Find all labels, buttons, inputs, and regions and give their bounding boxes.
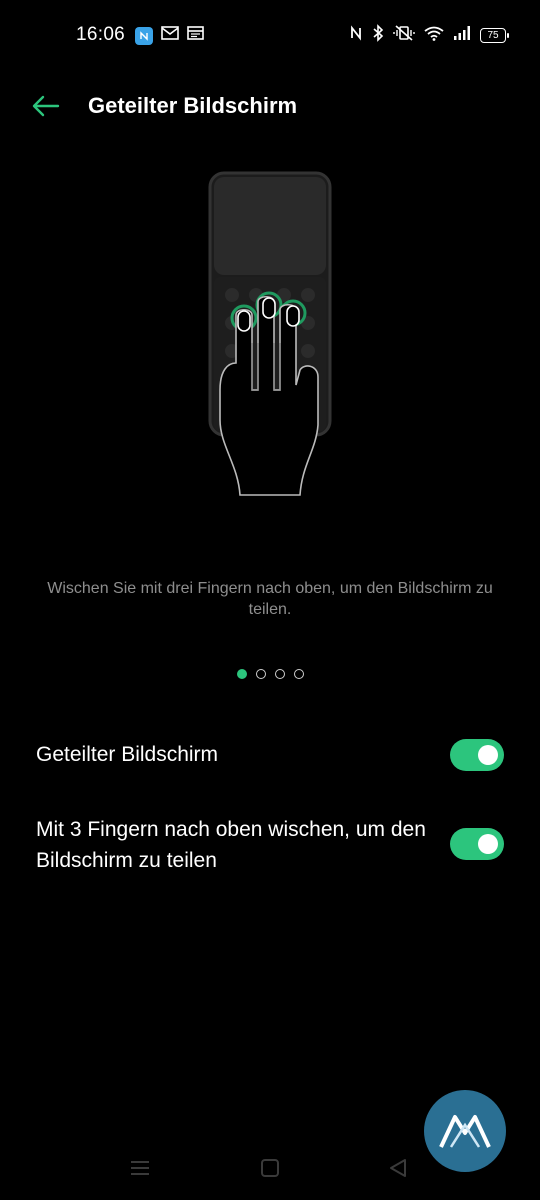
setting-row-three-finger-swipe: Mit 3 Fingern nach oben wischen, um den … (0, 814, 540, 876)
setting-label-three-finger-swipe: Mit 3 Fingern nach oben wischen, um den … (36, 818, 426, 872)
status-time: 16:06 (76, 24, 126, 45)
nfc-icon (349, 25, 363, 46)
battery-icon: 75 (480, 28, 509, 43)
home-icon (261, 1159, 279, 1177)
header: Geteilter Bildschirm (0, 80, 540, 132)
bluetooth-icon (372, 24, 384, 47)
page-dot[interactable] (274, 669, 285, 679)
wifi-icon (424, 25, 444, 46)
page-dot[interactable] (293, 669, 304, 679)
nfc-app-icon (135, 26, 153, 45)
split-screen-toggle[interactable] (450, 739, 504, 771)
status-bar: 16:06 75 (0, 0, 540, 70)
vibrate-off-icon (393, 24, 415, 47)
recents-icon (131, 1161, 149, 1175)
toggle-knob (478, 745, 498, 765)
recents-button[interactable] (122, 1150, 158, 1186)
page-dot[interactable] (255, 669, 266, 679)
page-title: Geteilter Bildschirm (88, 93, 298, 118)
three-finger-swipe-illustration (200, 165, 340, 500)
watermark-logo (424, 1090, 506, 1172)
nav-back-button[interactable] (380, 1150, 416, 1186)
three-finger-swipe-toggle[interactable] (450, 828, 504, 860)
back-button[interactable] (30, 90, 62, 122)
calendar-icon (187, 25, 204, 46)
system-icons: 75 (349, 24, 509, 47)
page-dot-active[interactable] (236, 669, 247, 679)
cellular-signal-icon (453, 25, 471, 46)
page-indicator (0, 669, 540, 679)
mail-icon (161, 25, 179, 46)
back-icon (390, 1159, 406, 1177)
home-button[interactable] (252, 1150, 288, 1186)
toggle-knob (478, 834, 498, 854)
setting-label-split-screen: Geteilter Bildschirm (36, 743, 219, 766)
notification-icons (135, 25, 204, 46)
back-arrow-icon (32, 95, 60, 117)
setting-row-split-screen: Geteilter Bildschirm (0, 738, 540, 772)
instruction-text: Wischen Sie mit drei Fingern nach oben, … (47, 580, 493, 618)
